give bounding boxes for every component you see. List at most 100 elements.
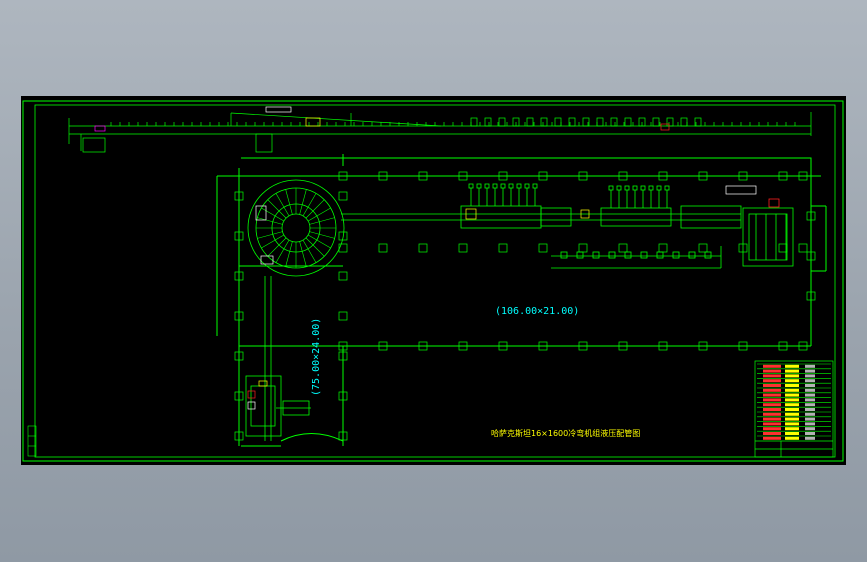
valve-head <box>508 183 514 189</box>
accumulator-spoke <box>309 217 335 225</box>
title-row-fill <box>805 379 815 383</box>
title-row-fill <box>785 393 799 397</box>
title-row-fill <box>763 388 781 392</box>
lower-valve <box>624 251 632 259</box>
title-row-fill <box>785 436 799 440</box>
accumulator-spoke <box>299 189 307 215</box>
column-marker <box>338 191 348 201</box>
accumulator-spoke <box>285 189 293 215</box>
accumulator-spoke <box>299 241 307 267</box>
elevation-unit <box>498 117 506 127</box>
accumulator-spoke <box>257 231 283 239</box>
title-row-fill <box>805 403 815 407</box>
title-row-fill <box>805 369 815 373</box>
title-row-fill <box>785 422 799 426</box>
title-row-fill <box>763 374 781 378</box>
title-row-fill <box>763 408 781 411</box>
title-row-fill <box>785 364 799 368</box>
valve-head <box>532 183 538 189</box>
title-row-fill <box>763 403 781 407</box>
valve-head <box>608 185 614 191</box>
elevation-unit <box>554 117 562 127</box>
column-marker <box>498 243 508 253</box>
valve-head <box>500 183 506 189</box>
valve-head <box>624 185 630 191</box>
title-row-fill <box>805 398 815 402</box>
title-row-fill <box>805 427 815 431</box>
title-row-fill <box>805 393 815 397</box>
column-marker <box>618 243 628 253</box>
elevation-view <box>68 106 812 153</box>
title-row-fill <box>805 384 815 387</box>
accumulator-spoke <box>257 217 283 225</box>
lower-valve <box>560 251 568 259</box>
title-row-fill <box>785 403 799 407</box>
building-outline <box>216 154 827 447</box>
elevation-unit <box>484 117 492 127</box>
accumulator-spoke <box>285 241 293 267</box>
hydraulic-units <box>468 183 712 259</box>
main-line <box>341 205 742 269</box>
title-row-fill <box>785 369 799 373</box>
title-row-fill <box>763 398 781 402</box>
title-block-rows <box>757 363 831 440</box>
valve-head <box>476 183 482 189</box>
accumulator-spoke <box>305 237 325 257</box>
title-row-fill <box>805 432 815 435</box>
column-marker <box>458 243 468 253</box>
title-row-fill <box>805 422 815 426</box>
outer-border <box>22 100 844 462</box>
accumulator-spoke <box>305 199 325 219</box>
elevation-unit <box>666 117 674 127</box>
vertical-line <box>245 276 311 441</box>
valve-head <box>516 183 522 189</box>
drawing-title: 哈萨克斯坦16×1600冷弯机组液压配管图 <box>491 428 640 438</box>
valve-head <box>640 185 646 191</box>
cad-viewport[interactable]: (106.00×21.00) (75.00×24.00) 哈萨克斯坦16×160… <box>21 96 846 465</box>
valve-head <box>492 183 498 189</box>
valve-head <box>616 185 622 191</box>
title-row-fill <box>805 436 815 440</box>
accumulator-spoke <box>267 237 287 257</box>
lower-valve <box>672 251 680 259</box>
column-marker <box>338 271 348 281</box>
elevation-unit <box>610 117 618 127</box>
title-row-fill <box>763 422 781 426</box>
title-row-fill <box>785 408 799 411</box>
accumulator-spoke <box>309 231 335 239</box>
title-row-fill <box>763 427 781 431</box>
side-dimension-label: (75.00×24.00) <box>311 318 322 396</box>
main-dimension-label: (106.00×21.00) <box>495 306 579 317</box>
title-row-fill <box>785 432 799 435</box>
title-row-fill <box>805 408 815 411</box>
elevation-unit <box>596 117 604 127</box>
elevation-unit <box>652 117 660 127</box>
title-row-fill <box>785 379 799 383</box>
column-marker <box>798 243 808 253</box>
elevation-unit <box>624 117 632 127</box>
valve-head <box>664 185 670 191</box>
elevation-unit <box>540 117 548 127</box>
lower-valve <box>608 251 616 259</box>
valve-head <box>656 185 662 191</box>
accumulator-spoke <box>267 199 287 219</box>
elevation-unit <box>470 117 478 127</box>
title-row-fill <box>763 364 781 368</box>
title-row-fill <box>785 384 799 387</box>
title-row-fill <box>805 417 815 421</box>
elevation-unit <box>526 117 534 127</box>
right-machine <box>742 198 794 267</box>
title-row-fill <box>785 388 799 392</box>
column-marker <box>578 243 588 253</box>
valve-head <box>484 183 490 189</box>
title-row-fill <box>763 384 781 387</box>
lower-valve <box>688 251 696 259</box>
valve-head <box>648 185 654 191</box>
title-row-fill <box>763 417 781 421</box>
title-row-fill <box>805 364 815 368</box>
column-marker <box>378 243 388 253</box>
lower-valve <box>592 251 600 259</box>
title-row-fill <box>763 412 781 416</box>
title-row-fill <box>763 369 781 373</box>
title-row-fill <box>785 417 799 421</box>
